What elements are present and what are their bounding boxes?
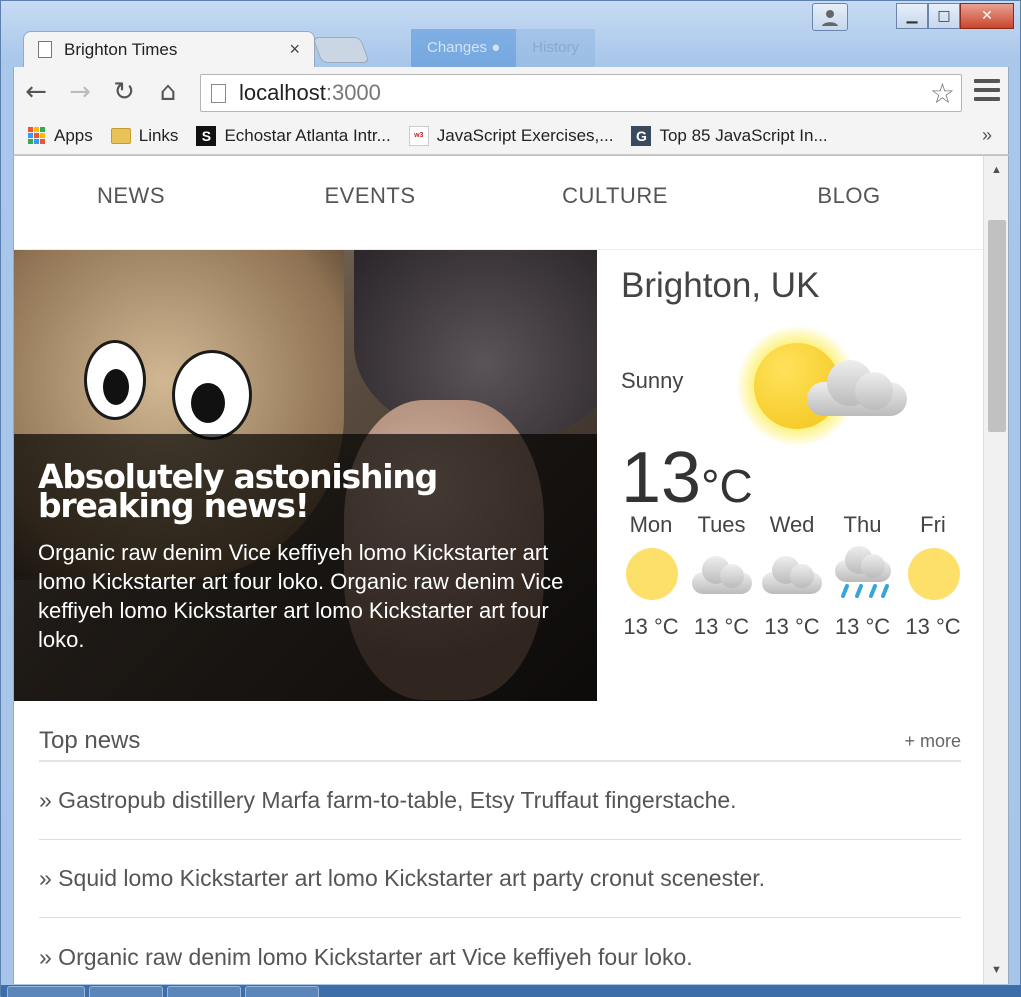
- background-tab-changes[interactable]: Changes ●: [411, 29, 517, 67]
- forecast-day: Fri 13 °C: [899, 512, 967, 640]
- user-profile-button[interactable]: [812, 3, 848, 31]
- browser-toolbar: ← → ↻ ⌂ localhost:3000 ☆: [13, 67, 1009, 117]
- more-news-link[interactable]: + more: [904, 731, 961, 752]
- forecast: Mon 13 °C Tues 13 °C Wed 13 °C Thu 13 °C…: [617, 512, 967, 640]
- bookmark-star-icon[interactable]: ☆: [930, 77, 955, 110]
- apps-grid-icon: [26, 126, 46, 146]
- user-icon: [822, 10, 838, 26]
- reload-icon: ↻: [113, 77, 135, 107]
- page-icon: [38, 41, 52, 58]
- forecast-day: Wed 13 °C: [758, 512, 826, 640]
- bookmark-label: Links: [138, 125, 179, 145]
- forecast-day: Mon 13 °C: [617, 512, 685, 640]
- s-favicon-icon: S: [196, 125, 217, 146]
- bookmark-label: Top 85 JavaScript In...: [659, 125, 828, 145]
- forecast-temp: 13 °C: [764, 614, 820, 639]
- forecast-day: Tues 13 °C: [688, 512, 756, 640]
- bookmark-label: Echostar Atlanta Intr...: [224, 125, 391, 145]
- cloud-icon: [807, 354, 917, 422]
- forecast-day-name: Mon: [629, 512, 673, 537]
- minimize-button[interactable]: ▁: [896, 3, 928, 29]
- maximize-button[interactable]: □: [928, 3, 960, 29]
- bookmark-links[interactable]: Links: [110, 125, 179, 146]
- page-viewport: NEWS EVENTS CULTURE BLOG Absolutely asto…: [13, 156, 1009, 984]
- bookmark-label: Apps: [54, 125, 93, 145]
- forecast-day-name: Thu: [843, 512, 882, 537]
- chrome-menu-button[interactable]: [974, 77, 1000, 103]
- new-tab-button[interactable]: [312, 37, 370, 63]
- bookmarks-bar: Apps Links S Echostar Atlanta Intr... w3…: [13, 117, 1009, 155]
- hero-story[interactable]: Absolutely astonishing breaking news! Or…: [14, 250, 597, 701]
- cloud-icon: [762, 554, 822, 594]
- bookmark-top85[interactable]: G Top 85 JavaScript In...: [631, 125, 828, 146]
- cloud-icon: [691, 554, 752, 594]
- folder-icon: [110, 126, 131, 146]
- forecast-temp: 13 °C: [623, 614, 679, 639]
- page-icon: [211, 84, 226, 103]
- news-list-item[interactable]: » Squid lomo Kickstarter art lomo Kickst…: [39, 840, 961, 918]
- address-bar[interactable]: localhost:3000 ☆: [200, 74, 962, 112]
- temperature-unit: °C: [701, 460, 753, 512]
- top-news: Top news + more » Gastropub distillery M…: [39, 722, 961, 984]
- news-list-item[interactable]: » Organic raw denim lomo Kickstarter art…: [39, 918, 961, 984]
- forward-arrow-icon: →: [69, 77, 91, 107]
- scroll-up-arrow-icon[interactable]: ▲: [984, 158, 1008, 182]
- forecast-temp: 13 °C: [693, 614, 750, 639]
- rain-icon: [829, 544, 897, 606]
- forecast-day-name: Wed: [769, 512, 815, 537]
- forecast-day-name: Fri: [920, 512, 946, 537]
- taskbar: [1, 985, 1021, 997]
- weather-condition: Sunny: [621, 368, 684, 393]
- hero-caption: Absolutely astonishing breaking news! Or…: [14, 434, 597, 701]
- nav-events[interactable]: EVENTS: [248, 156, 492, 249]
- forecast-temp: 13 °C: [905, 614, 961, 639]
- scrollbar-thumb[interactable]: [988, 220, 1006, 432]
- sun-icon: [626, 548, 678, 600]
- tab-title: Brighton Times: [64, 39, 178, 59]
- nav-culture[interactable]: CULTURE: [492, 156, 738, 249]
- weather-city: Brighton, UK: [621, 266, 820, 305]
- site-nav: NEWS EVENTS CULTURE BLOG: [14, 156, 984, 250]
- hero-body: Organic raw denim Vice keffiyeh lomo Kic…: [38, 540, 564, 652]
- bookmark-js-exercises[interactable]: w3 JavaScript Exercises,...: [408, 125, 614, 146]
- background-tabs: Changes ● History: [411, 29, 595, 67]
- url-host: localhost: [239, 80, 326, 105]
- top-news-title: Top news: [39, 727, 141, 754]
- vertical-scrollbar[interactable]: ▲ ▼: [983, 156, 1008, 984]
- browser-window: ▁ □ ✕ Changes ● History Brighton Times ×…: [0, 0, 1021, 997]
- forecast-temp: 13 °C: [834, 614, 891, 639]
- close-icon: ✕: [981, 8, 993, 24]
- maximize-icon: □: [937, 8, 951, 24]
- news-list-item[interactable]: » Gastropub distillery Marfa farm-to-tab…: [39, 762, 961, 840]
- background-tab-history[interactable]: History: [516, 29, 595, 67]
- close-window-button[interactable]: ✕: [960, 3, 1014, 29]
- home-button[interactable]: ⌂: [146, 72, 190, 112]
- forecast-day: Thu 13 °C: [829, 512, 897, 640]
- bookmark-label: JavaScript Exercises,...: [436, 125, 614, 145]
- minimize-icon: ▁: [906, 8, 918, 24]
- sun-icon: [908, 548, 960, 600]
- forecast-day-name: Tues: [697, 512, 746, 537]
- url-port: :3000: [325, 80, 381, 105]
- w3resource-favicon-icon: w3: [408, 125, 429, 146]
- window-controls: ▁ □ ✕: [896, 3, 1014, 29]
- g-favicon-icon: G: [631, 125, 652, 146]
- forward-button[interactable]: →: [58, 72, 102, 112]
- active-tab[interactable]: Brighton Times ×: [23, 31, 315, 67]
- back-arrow-icon: ←: [25, 77, 47, 107]
- weather-widget: Brighton, UK Sunny 13°C Mon 13 °C Tues 1…: [597, 250, 983, 701]
- bookmark-apps[interactable]: Apps: [26, 126, 93, 146]
- bookmark-echostar[interactable]: S Echostar Atlanta Intr...: [196, 125, 391, 146]
- bookmarks-overflow-button[interactable]: »: [982, 125, 992, 146]
- top-news-header: Top news + more: [39, 722, 961, 762]
- nav-blog[interactable]: BLOG: [738, 156, 960, 249]
- home-icon: ⌂: [159, 77, 177, 107]
- back-button[interactable]: ←: [14, 72, 58, 112]
- hero-headline[interactable]: Absolutely astonishing breaking news!: [38, 460, 573, 522]
- tab-close-icon[interactable]: ×: [289, 39, 300, 60]
- nav-news[interactable]: NEWS: [14, 156, 248, 249]
- scroll-down-arrow-icon[interactable]: ▼: [984, 958, 1008, 982]
- reload-button[interactable]: ↻: [102, 72, 146, 112]
